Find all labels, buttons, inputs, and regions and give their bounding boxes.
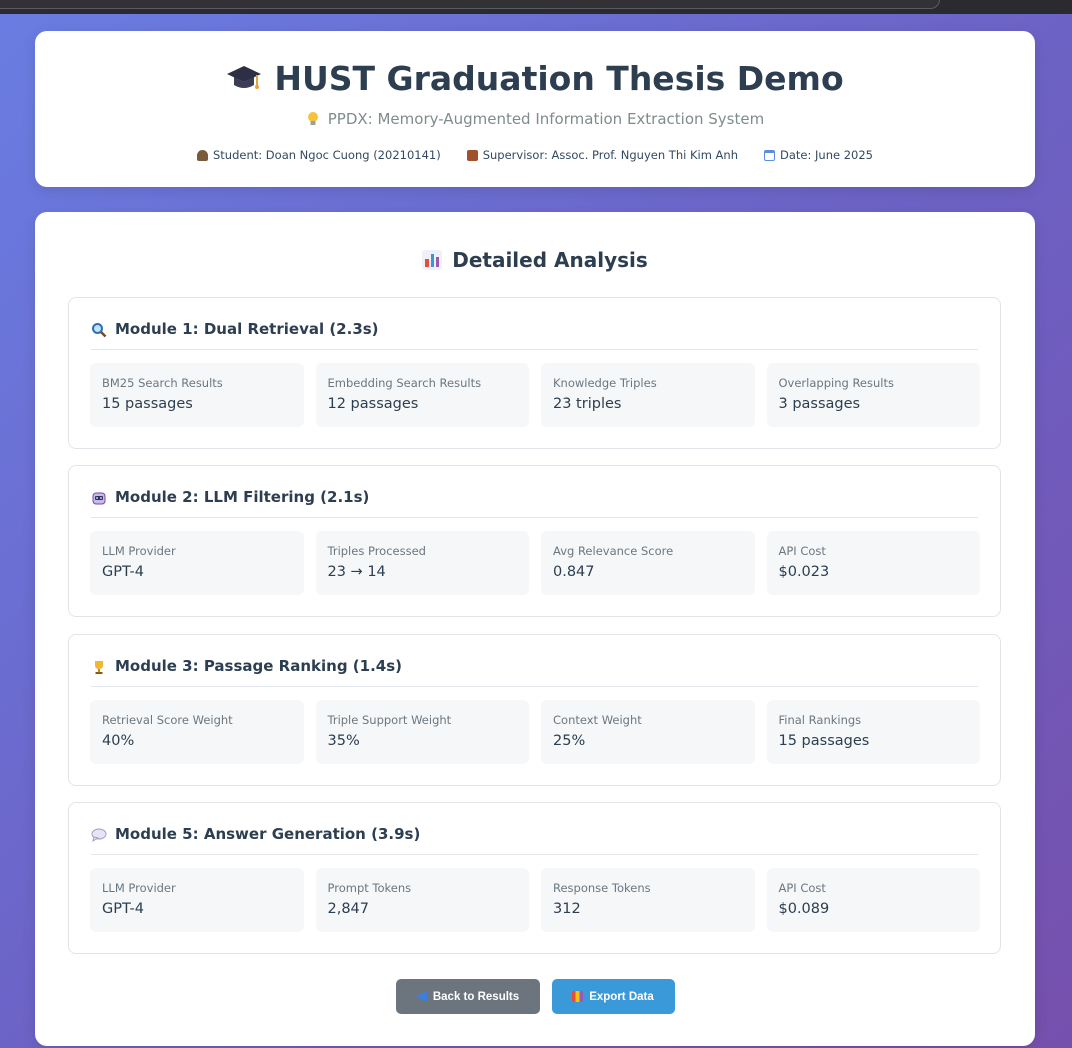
module-stats: BM25 Search Results 15 passages Embeddin… (90, 363, 980, 427)
stat-box: LLM Provider GPT-4 (90, 531, 304, 595)
back-arrow-icon (415, 991, 427, 1002)
stat-label: Retrieval Score Weight (102, 713, 233, 727)
stat-box: Embedding Search Results 12 passages (315, 363, 529, 427)
page-title-text: HUST Graduation Thesis Demo (274, 59, 844, 98)
stat-value: 3 passages (778, 396, 861, 412)
page-subtitle: PPDX: Memory-Augmented Information Extra… (35, 110, 1035, 128)
stat-box: Overlapping Results 3 passages (766, 363, 980, 427)
page-title: HUST Graduation Thesis Demo (35, 59, 1035, 98)
stat-box: Triples Processed 23 → 14 (315, 531, 529, 595)
module-stats: Retrieval Score Weight 40% Triple Suppor… (90, 700, 980, 764)
stat-value: $0.089 (778, 901, 830, 917)
stat-box: Knowledge Triples 23 triples (541, 363, 755, 427)
student-info: Student: Doan Ngoc Cuong (20210141) (197, 148, 441, 162)
date-info: Date: June 2025 (764, 148, 873, 162)
stat-label: Embedding Search Results (327, 376, 482, 390)
calendar-icon (764, 149, 775, 161)
supervisor-text: Supervisor: Assoc. Prof. Nguyen Thi Kim … (482, 148, 738, 162)
supervisor-info: Supervisor: Assoc. Prof. Nguyen Thi Kim … (466, 148, 738, 162)
stat-value: $0.023 (778, 564, 830, 580)
analysis-card: Detailed Analysis Module 1: Dual Retriev… (35, 212, 1035, 1046)
stat-value: GPT-4 (102, 564, 144, 580)
module-header: Module 5: Answer Generation (3.9s) (91, 825, 978, 855)
stat-value: 15 passages (102, 396, 193, 412)
graduation-cap-icon (227, 65, 262, 89)
stat-box: Response Tokens 312 (541, 868, 755, 932)
stat-label: Final Rankings (778, 713, 862, 727)
module-card: Module 1: Dual Retrieval (2.3s) BM25 Sea… (68, 297, 1001, 449)
stat-value: 40% (102, 733, 135, 749)
stat-value: 2,847 (327, 901, 370, 917)
module-header: Module 2: LLM Filtering (2.1s) (91, 488, 978, 518)
stat-value: 23 triples (553, 396, 622, 412)
subtitle-text: PPDX: Memory-Augmented Information Extra… (327, 110, 765, 128)
stat-label: API Cost (778, 881, 826, 895)
stat-box: BM25 Search Results 15 passages (90, 363, 304, 427)
analysis-title-text: Detailed Analysis (452, 248, 648, 272)
student-text: Student: Doan Ngoc Cuong (20210141) (213, 148, 441, 162)
stat-value: 15 passages (778, 733, 870, 749)
module-card: Module 3: Passage Ranking (1.4s) Retriev… (68, 634, 1001, 786)
stat-label: Avg Relevance Score (553, 544, 674, 558)
stat-box: API Cost $0.023 (766, 531, 980, 595)
stat-label: Triple Support Weight (327, 713, 452, 727)
module-title: Module 2: LLM Filtering (2.1s) (115, 488, 370, 506)
stat-box: Triple Support Weight 35% (315, 700, 529, 764)
header-card: HUST Graduation Thesis Demo PPDX: Memory… (35, 31, 1035, 187)
module-title: Module 1: Dual Retrieval (2.3s) (115, 320, 379, 338)
export-button-label: Export Data (589, 990, 654, 1003)
stat-box: LLM Provider GPT-4 (90, 868, 304, 932)
module-stats: LLM Provider GPT-4 Triples Processed 23 … (90, 531, 980, 595)
module-card: Module 5: Answer Generation (3.9s) LLM P… (68, 802, 1001, 954)
back-button-label: Back to Results (432, 990, 520, 1003)
robot-icon (92, 492, 106, 505)
thesis-meta: Student: Doan Ngoc Cuong (20210141) Supe… (35, 148, 1035, 162)
stat-box: Prompt Tokens 2,847 (315, 868, 529, 932)
stat-label: Context Weight (553, 713, 642, 727)
bar-chart-icon (572, 991, 584, 1002)
trophy-icon (95, 661, 103, 674)
stat-label: Response Tokens (553, 881, 651, 895)
student-icon (197, 149, 208, 161)
stat-label: Knowledge Triples (553, 376, 657, 390)
stat-label: Triples Processed (327, 544, 426, 558)
stat-box: API Cost $0.089 (766, 868, 980, 932)
stat-value: 23 → 14 (327, 564, 386, 580)
module-stats: LLM Provider GPT-4 Prompt Tokens 2,847 R… (90, 868, 980, 932)
date-text: Date: June 2025 (780, 148, 873, 162)
browser-chrome (0, 0, 1072, 14)
stat-label: LLM Provider (102, 881, 176, 895)
stat-box: Context Weight 25% (541, 700, 755, 764)
browser-address-bar[interactable] (0, 0, 940, 9)
export-data-button[interactable]: Export Data (551, 979, 675, 1014)
back-to-results-button[interactable]: Back to Results (395, 979, 540, 1014)
module-header: Module 1: Dual Retrieval (2.3s) (91, 320, 978, 350)
lightbulb-icon (307, 112, 318, 125)
stat-value: 25% (553, 733, 586, 749)
supervisor-icon (466, 149, 478, 161)
analysis-title: Detailed Analysis (35, 248, 1035, 272)
module-title: Module 5: Answer Generation (3.9s) (115, 825, 421, 843)
speech-bubble-icon (91, 828, 107, 843)
stat-label: Overlapping Results (778, 376, 894, 390)
stat-value: 0.847 (553, 564, 595, 580)
stat-box: Avg Relevance Score 0.847 (541, 531, 755, 595)
stat-value: 312 (553, 901, 581, 917)
stat-box: Final Rankings 15 passages (766, 700, 980, 764)
magnifier-icon (92, 323, 107, 338)
module-card: Module 2: LLM Filtering (2.1s) LLM Provi… (68, 465, 1001, 617)
stat-value: 35% (327, 733, 360, 749)
stat-label: API Cost (778, 544, 826, 558)
stat-value: GPT-4 (102, 901, 144, 917)
stat-label: Prompt Tokens (327, 881, 412, 895)
stat-label: BM25 Search Results (102, 376, 223, 390)
stat-value: 12 passages (327, 396, 419, 412)
stat-box: Retrieval Score Weight 40% (90, 700, 304, 764)
bar-chart-icon (422, 250, 443, 270)
module-title: Module 3: Passage Ranking (1.4s) (115, 657, 402, 675)
module-header: Module 3: Passage Ranking (1.4s) (91, 657, 978, 687)
stat-label: LLM Provider (102, 544, 176, 558)
action-buttons: Back to Results Export Data (35, 979, 1035, 1014)
